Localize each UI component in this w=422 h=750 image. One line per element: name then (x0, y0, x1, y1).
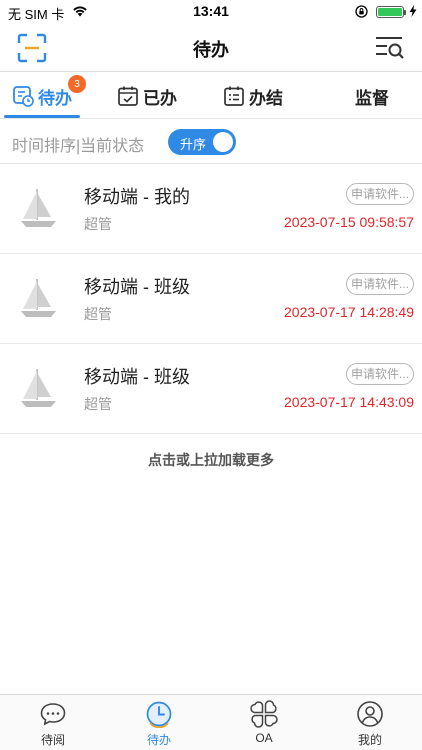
item-title: 移动端 - 班级 (84, 367, 190, 387)
tabbar-item-oa[interactable]: OA (224, 695, 304, 750)
list-item[interactable]: 移动端 - 我的 超管 申请软件... 2023-07-15 09:58:57 (0, 164, 422, 254)
rotation-lock-icon (355, 5, 368, 18)
tab-label: 办结 (249, 88, 283, 108)
chat-bubble-icon (40, 703, 66, 726)
tab-supervise[interactable]: 监督 (332, 73, 412, 119)
active-tab-indicator (4, 115, 80, 118)
todo-list: 移动端 - 我的 超管 申请软件... 2023-07-15 09:58:57 … (0, 164, 422, 434)
sailboat-icon (21, 279, 56, 317)
item-time: 2023-07-17 14:28:49 (284, 304, 414, 320)
tabbar-label: OA (255, 731, 273, 745)
tab-todo[interactable]: 待办 3 (4, 73, 86, 119)
item-user: 超管 (84, 306, 112, 322)
status-tabs: 待办 3 已办 办结 监督 (0, 73, 422, 119)
nav-bar: 待办 (0, 24, 422, 72)
tab-closed[interactable]: 办结 (208, 73, 298, 119)
page-title: 待办 (193, 40, 229, 60)
tab-label: 监督 (355, 88, 389, 108)
toggle-label: 升序 (180, 137, 207, 152)
sort-order-toggle[interactable]: 升序 (168, 129, 236, 155)
apps-icon (250, 700, 278, 728)
badge-count: 3 (68, 75, 86, 93)
calendar-list-icon (224, 86, 244, 106)
tab-label: 待办 (38, 88, 72, 108)
item-user: 超管 (84, 396, 112, 412)
item-time: 2023-07-15 09:58:57 (284, 214, 414, 230)
list-item[interactable]: 移动端 - 班级 超管 申请软件... 2023-07-17 14:43:09 (0, 344, 422, 434)
sailboat-icon (21, 369, 56, 407)
charging-bolt-icon (409, 5, 417, 17)
item-tag: 申请软件... (346, 273, 414, 295)
tabbar-label: 待办 (146, 733, 171, 747)
list-item[interactable]: 移动端 - 班级 超管 申请软件... 2023-07-17 14:28:49 (0, 254, 422, 344)
tabbar-item-todo[interactable]: 待办 (119, 695, 199, 750)
sailboat-icon (21, 189, 56, 227)
tabbar-label: 待阅 (40, 733, 65, 747)
item-title: 移动端 - 我的 (84, 187, 190, 207)
sort-label[interactable]: 时间排序|当前状态 (12, 132, 144, 156)
toggle-knob (213, 132, 233, 152)
calendar-check-icon (118, 86, 138, 106)
tabbar-label: 我的 (357, 733, 382, 747)
item-tag: 申请软件... (346, 363, 414, 385)
user-icon (357, 701, 383, 727)
todo-icon (13, 86, 34, 107)
search-list-icon[interactable] (373, 32, 405, 64)
status-bar: 无 SIM 卡 13:41 (0, 0, 422, 24)
tabbar-item-mine[interactable]: 我的 (330, 695, 410, 750)
battery-cap (404, 10, 406, 15)
sort-bar: 时间排序|当前状态 升序 (0, 120, 422, 164)
item-title: 移动端 - 班级 (84, 277, 190, 297)
load-more-button[interactable]: 点击或上拉加载更多 (0, 450, 422, 470)
tab-label: 已办 (143, 88, 177, 108)
item-time: 2023-07-17 14:43:09 (284, 394, 414, 410)
tabbar-item-to-read[interactable]: 待阅 (13, 695, 93, 750)
tab-done[interactable]: 已办 (104, 73, 190, 119)
battery-indicator (376, 6, 404, 18)
bottom-tab-bar: 待阅 待办 OA 我的 (0, 694, 422, 750)
item-tag: 申请软件... (346, 183, 414, 205)
clock-icon (146, 701, 172, 728)
item-user: 超管 (84, 216, 112, 232)
